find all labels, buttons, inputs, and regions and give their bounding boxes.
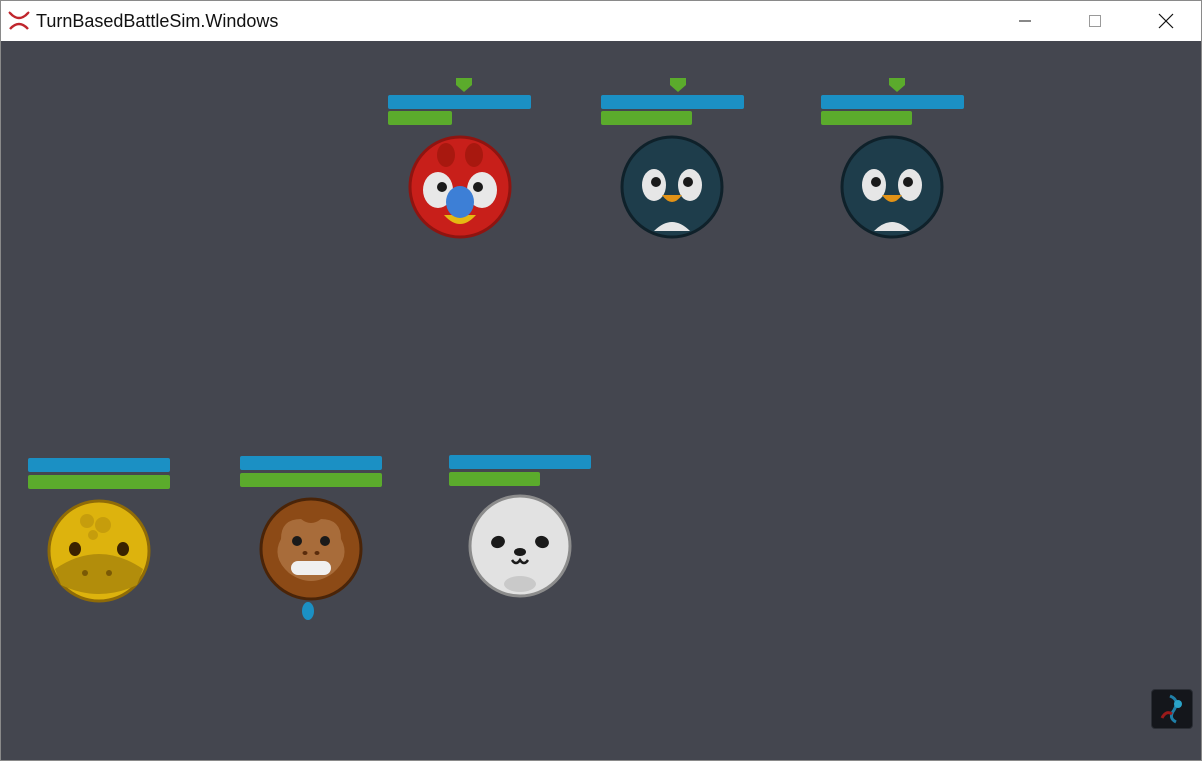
ability-card-icon [1160, 694, 1182, 724]
maximize-button[interactable] [1072, 1, 1118, 41]
shield-marker-icon [889, 78, 905, 92]
battle-field[interactable] [1, 41, 1201, 760]
ability-card-button[interactable] [1151, 689, 1193, 729]
ally-unit-monkey[interactable] [239, 455, 389, 655]
health-bar [821, 111, 912, 125]
active-turn-drop-icon [302, 602, 314, 620]
ally-unit-seal[interactable] [448, 454, 598, 654]
minimize-button[interactable] [1002, 1, 1048, 41]
energy-bar [449, 455, 591, 469]
energy-bar [821, 95, 964, 109]
close-icon [1158, 13, 1174, 29]
enemy-unit-parrot[interactable] [387, 77, 537, 277]
crossed-swords-icon [8, 11, 30, 31]
energy-bar [240, 456, 382, 470]
app-window: TurnBasedBattleSim.Windows [0, 0, 1202, 761]
health-bar [240, 473, 382, 487]
parrot-icon [408, 135, 512, 239]
seal-icon [468, 494, 572, 598]
penguin-icon [620, 135, 724, 239]
energy-bar [388, 95, 531, 109]
ally-unit-sloth[interactable] [27, 457, 177, 657]
enemy-unit-penguin[interactable] [600, 77, 750, 277]
shield-marker-icon [670, 78, 686, 92]
title-bar[interactable]: TurnBasedBattleSim.Windows [1, 1, 1201, 41]
health-bar [449, 472, 540, 486]
health-bar [388, 111, 452, 125]
health-bar [601, 111, 692, 125]
minimize-icon [1019, 20, 1031, 22]
health-bar [28, 475, 170, 489]
energy-bar [28, 458, 170, 472]
energy-bar [601, 95, 744, 109]
shield-marker-icon [456, 78, 472, 92]
maximize-icon [1089, 15, 1101, 27]
window-title: TurnBasedBattleSim.Windows [36, 11, 279, 31]
monkey-icon [259, 497, 363, 601]
close-button[interactable] [1143, 1, 1189, 41]
sloth-icon [47, 499, 151, 603]
enemy-unit-penguin[interactable] [820, 77, 970, 277]
penguin-icon [840, 135, 944, 239]
